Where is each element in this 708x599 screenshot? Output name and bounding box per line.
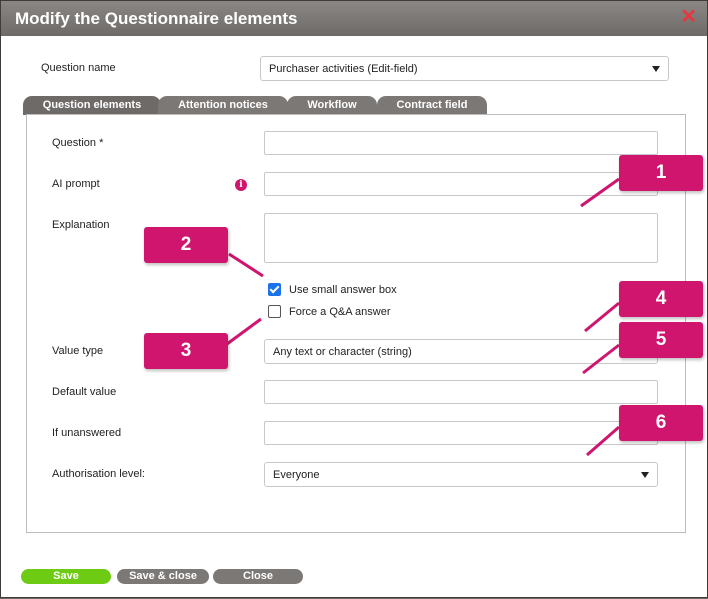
callout-5: 5: [619, 322, 703, 358]
if-unanswered-input[interactable]: [264, 421, 658, 445]
question-name-label: Question name: [41, 62, 116, 74]
question-label: Question *: [52, 137, 104, 149]
ai-prompt-label: AI prompt: [52, 178, 100, 190]
tab-contract-field[interactable]: Contract field: [377, 96, 487, 115]
value-type-value: Any text or character (string): [273, 345, 412, 358]
dialog-titlebar: Modify the Questionnaire elements ✕: [1, 1, 707, 36]
force-qa-answer-label: Force a Q&A answer: [289, 306, 391, 318]
question-name-select[interactable]: Purchaser activities (Edit-field): [260, 56, 669, 81]
authorisation-level-select[interactable]: Everyone: [264, 462, 658, 487]
chevron-down-icon: [652, 65, 660, 72]
authorisation-level-label: Authorisation level:: [52, 468, 145, 480]
callout-1: 1: [619, 155, 703, 191]
small-answer-box-checkbox[interactable]: [268, 283, 281, 296]
tab-workflow[interactable]: Workflow: [287, 96, 377, 115]
tab-attention-notices[interactable]: Attention notices: [158, 96, 288, 115]
small-answer-box-label: Use small answer box: [289, 284, 397, 296]
callout-2: 2: [144, 227, 228, 263]
question-input[interactable]: [264, 131, 658, 155]
info-icon[interactable]: i: [235, 179, 247, 191]
close-button[interactable]: Close: [213, 569, 303, 584]
default-value-label: Default value: [52, 386, 117, 398]
callout-6: 6: [619, 405, 703, 441]
chevron-down-icon: [641, 471, 649, 478]
close-icon[interactable]: ✕: [680, 6, 697, 28]
default-value-input[interactable]: [264, 380, 658, 404]
dialog-title: Modify the Questionnaire elements: [15, 9, 298, 28]
force-qa-answer-checkbox[interactable]: [268, 305, 281, 318]
callout-4: 4: [619, 281, 703, 317]
question-name-value: Purchaser activities (Edit-field): [269, 62, 418, 75]
modify-questionnaire-dialog: Modify the Questionnaire elements ✕ Ques…: [0, 0, 708, 598]
ai-prompt-input[interactable]: [264, 172, 658, 196]
authorisation-level-value: Everyone: [273, 468, 320, 481]
save-button[interactable]: Save: [21, 569, 111, 584]
value-type-select[interactable]: Any text or character (string): [264, 339, 658, 364]
save-and-close-button[interactable]: Save & close: [117, 569, 209, 584]
if-unanswered-label: If unanswered: [52, 427, 122, 439]
explanation-textarea[interactable]: [264, 213, 658, 263]
callout-3: 3: [144, 333, 228, 369]
value-type-label: Value type: [52, 345, 104, 357]
tab-question-elements[interactable]: Question elements: [23, 96, 161, 115]
explanation-label: Explanation: [52, 219, 110, 231]
